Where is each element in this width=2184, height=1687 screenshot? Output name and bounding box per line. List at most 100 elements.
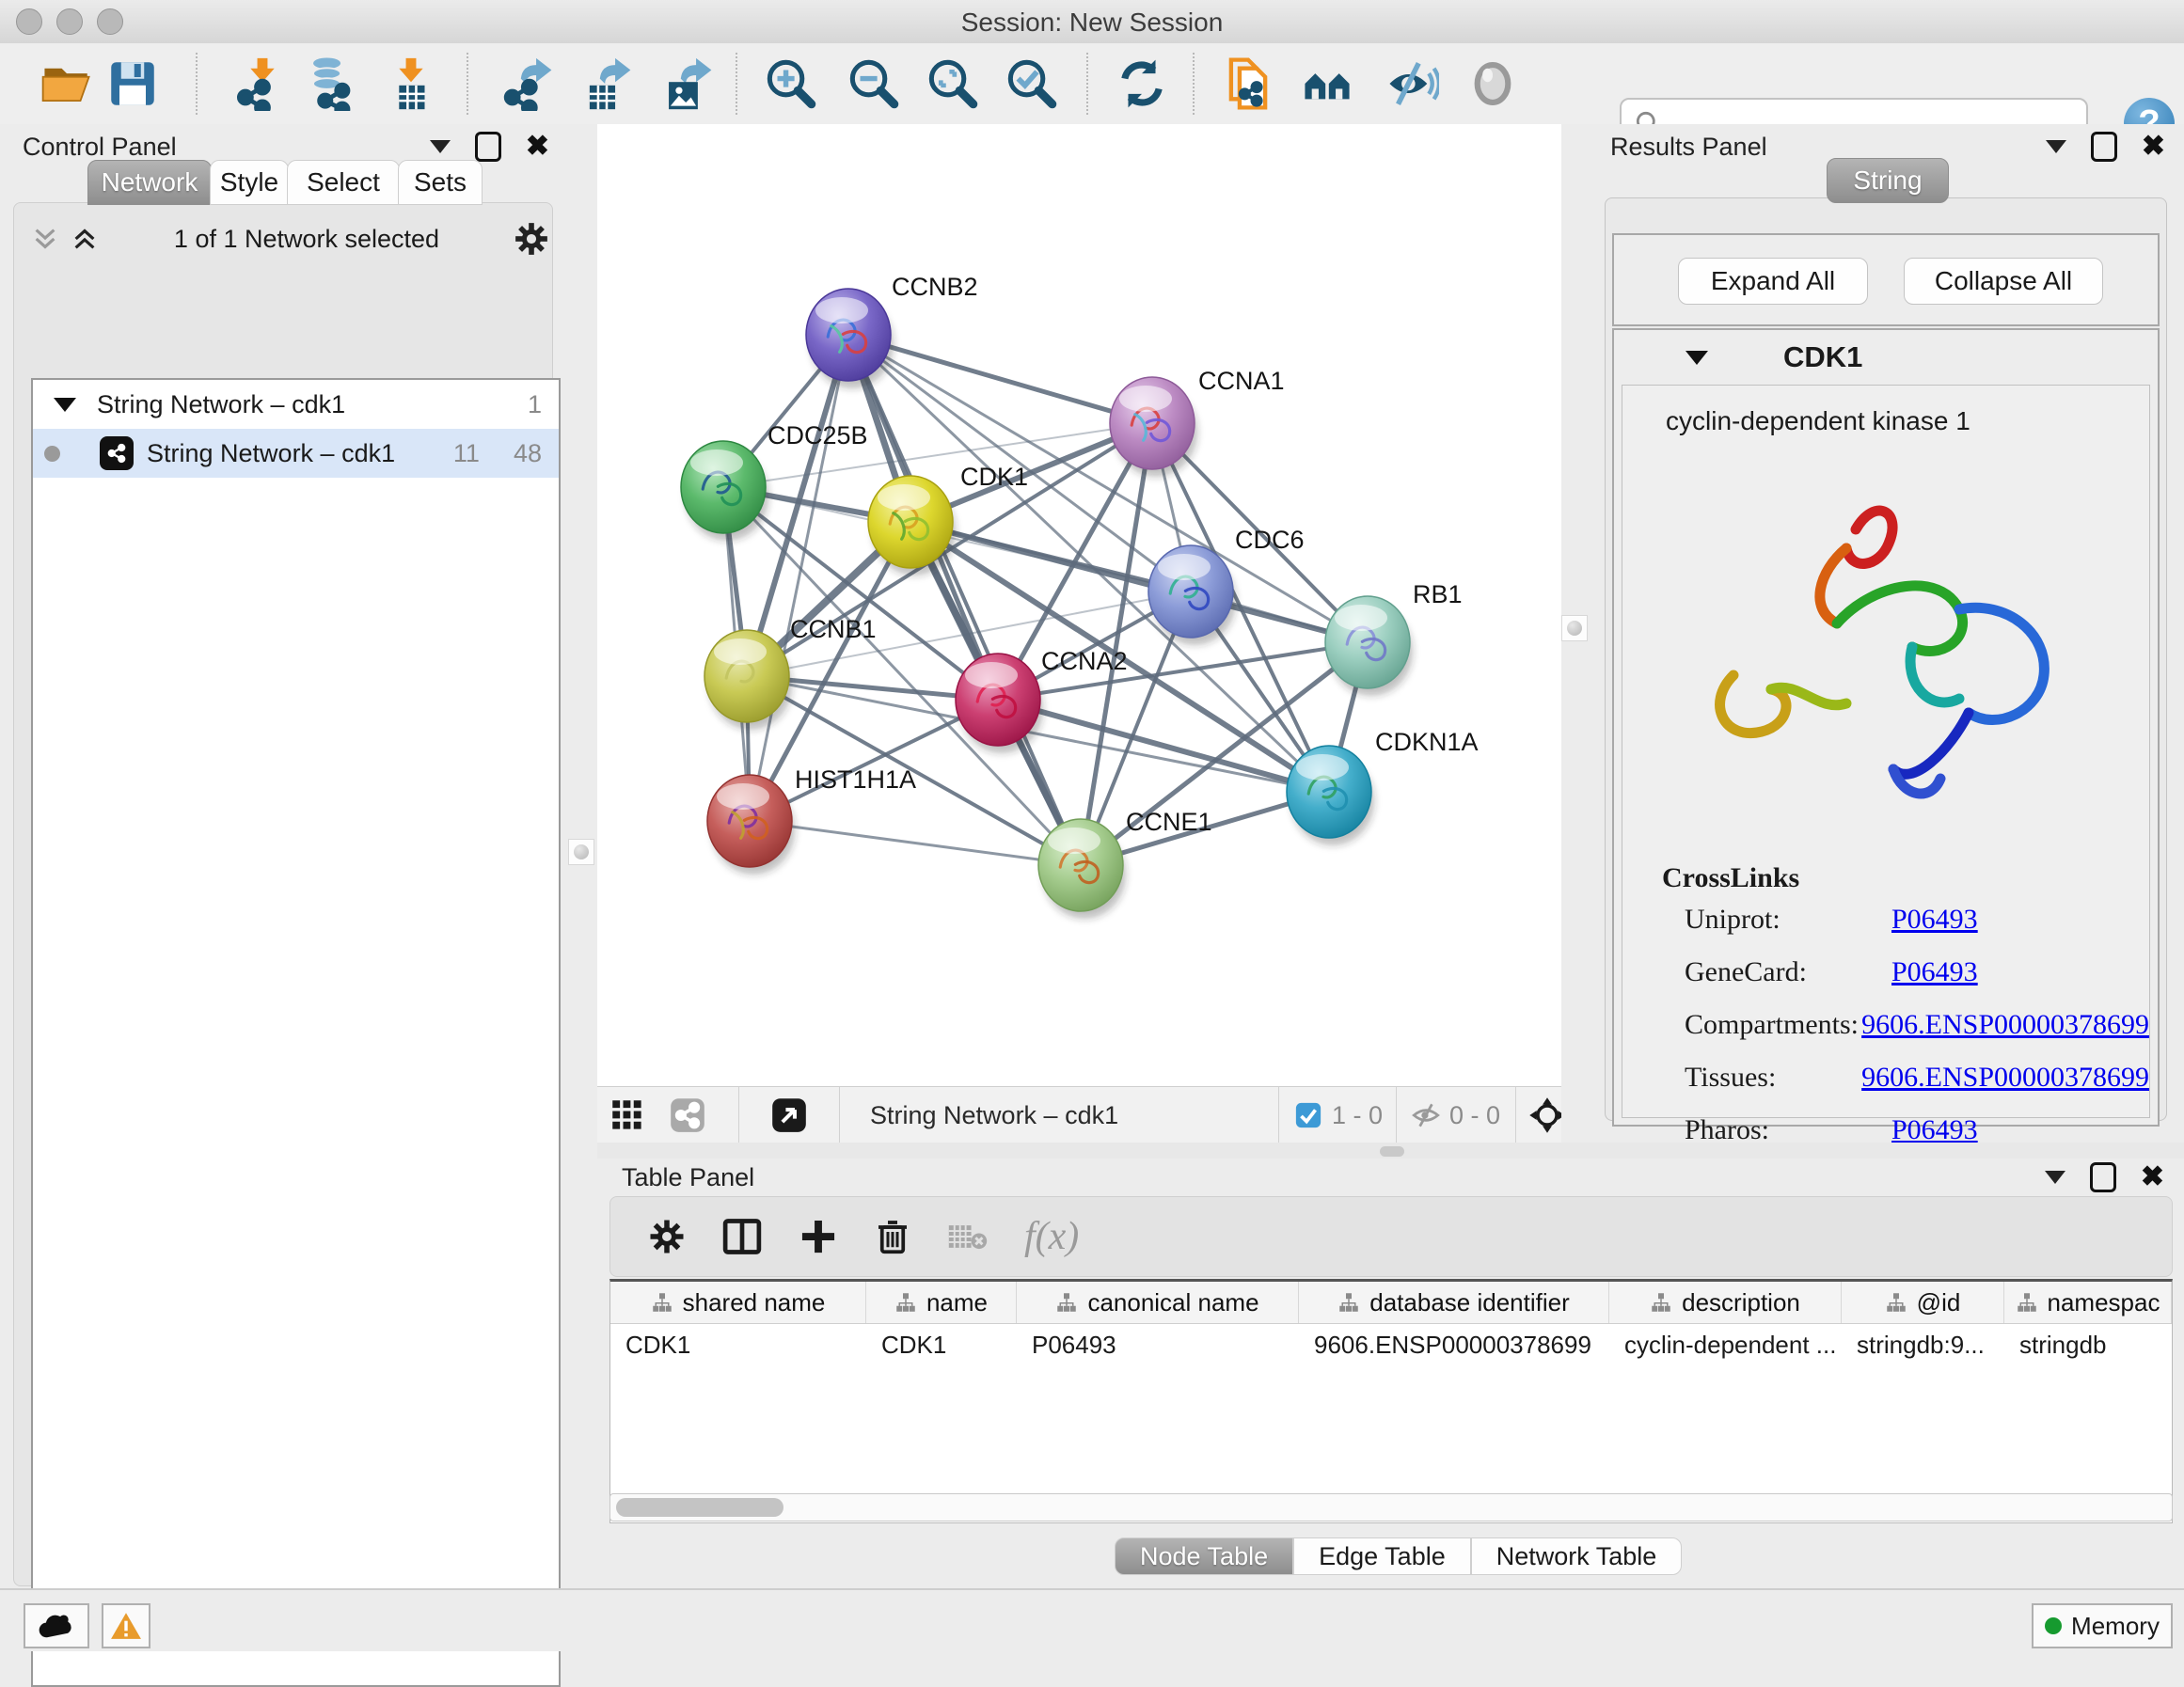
table-cell[interactable]: stringdb [2004,1324,2172,1365]
zoom-out-button[interactable] [845,55,903,113]
import-network-file-button[interactable] [233,55,292,113]
collapse-all-button[interactable]: Collapse All [1904,258,2103,305]
tab-network[interactable]: Network [87,160,212,205]
panel-float-icon[interactable] [2046,140,2066,153]
network-node-cdc6[interactable] [1148,545,1236,645]
column-header-description[interactable]: description [1609,1282,1842,1323]
network-node-ccne1[interactable] [1038,819,1126,919]
hidden-toggle[interactable] [1397,1087,1449,1143]
export-table-button[interactable] [578,55,636,113]
network-node-ccnb2[interactable] [806,289,894,388]
network-node-ccna1[interactable] [1110,377,1197,477]
right-panel-divider[interactable] [1561,124,1592,1143]
splitter-grip[interactable] [1380,1146,1404,1157]
memory-button[interactable]: Memory [2032,1603,2173,1648]
network-graph[interactable]: CCNB2CCNA1CDC25BCDK1CDC6RB1CCNB1CCNA2CDK… [597,124,1578,1086]
network-node-ccnb1[interactable] [704,630,792,730]
horizontal-splitter[interactable] [597,1143,2184,1159]
delete-table-icon[interactable] [947,1219,989,1254]
refresh-button[interactable] [1113,55,1171,113]
table-settings-gear-icon[interactable] [648,1218,686,1255]
tab-style[interactable]: Style [210,160,289,205]
crosslink-link[interactable]: 9606.ENSP00000378699 [1861,1009,2149,1041]
table-cell[interactable]: CDK1 [610,1324,866,1365]
open-session-button[interactable] [38,55,96,113]
crosslink-link[interactable]: P06493 [1891,956,1978,988]
zoom-fit-button[interactable] [924,55,982,113]
table-horizontal-scrollbar[interactable] [609,1493,2173,1521]
expand-all-icon[interactable] [71,225,99,253]
network-node-rb1[interactable] [1325,596,1413,696]
section-expander-icon[interactable] [1685,351,1708,365]
collapse-all-icon[interactable] [31,225,59,253]
import-network-database-button[interactable] [303,55,361,113]
panel-maximize-icon[interactable] [2090,1162,2116,1192]
table-cell[interactable]: CDK1 [866,1324,1017,1365]
import-table-button[interactable] [382,55,440,113]
save-session-button[interactable] [103,55,162,113]
zoom-in-button[interactable] [762,55,820,113]
network-row[interactable]: String Network – cdk1 11 48 [33,429,559,478]
collection-expander-icon[interactable] [54,398,76,412]
add-column-icon[interactable] [799,1217,838,1256]
crosslink-link[interactable]: P06493 [1891,1114,1978,1146]
export-network-button[interactable] [499,55,557,113]
birds-eye-view-button[interactable] [597,1087,657,1143]
expand-all-button[interactable]: Expand All [1678,258,1868,305]
table-cell[interactable]: cyclin-dependent ... [1609,1324,1842,1365]
network-edge[interactable] [750,335,848,821]
export-image-button[interactable] [658,55,717,113]
network-node-hist1h1a[interactable] [707,775,795,875]
network-node-cdk1[interactable] [868,476,956,575]
table-cell[interactable]: P06493 [1017,1324,1299,1365]
table-cell[interactable]: stringdb:9... [1842,1324,2004,1365]
network-from-file-button[interactable] [1219,55,1277,113]
column-header-database-identifier[interactable]: database identifier [1299,1282,1609,1323]
tab-node-table[interactable]: Node Table [1115,1537,1293,1575]
column-header-canonical-name[interactable]: canonical name [1017,1282,1299,1323]
function-builder-button[interactable]: f(x) [1024,1214,1079,1259]
homes-button[interactable] [1298,55,1356,113]
tab-edge-table[interactable]: Edge Table [1293,1537,1471,1575]
zoom-selected-button[interactable] [1003,55,1061,113]
network-collection-row[interactable]: String Network – cdk1 1 [33,380,559,429]
gear-icon[interactable] [514,222,548,256]
network-canvas[interactable]: CCNB2CCNA1CDC25BCDK1CDC6RB1CCNB1CCNA2CDK… [597,124,1578,1143]
panel-maximize-icon[interactable] [2091,132,2117,162]
scrollbar-thumb[interactable] [616,1498,783,1517]
panel-float-icon[interactable] [430,140,451,153]
divider-grip[interactable] [1561,615,1588,641]
warning-button[interactable] [102,1603,150,1648]
network-type-button[interactable] [657,1087,718,1143]
network-node-cdc25b[interactable] [681,441,768,541]
show-columns-icon[interactable] [721,1216,763,1257]
crosslink-link[interactable]: P06493 [1891,904,1978,936]
panel-close-icon[interactable]: ✖ [2142,133,2165,161]
table-row[interactable]: CDK1CDK1P064939606.ENSP00000378699cyclin… [610,1324,2172,1365]
cloud-button[interactable] [24,1603,89,1648]
panel-close-icon[interactable]: ✖ [526,133,549,161]
column-header--id[interactable]: @id [1842,1282,2004,1323]
delete-column-icon[interactable] [874,1218,911,1255]
tab-select[interactable]: Select [287,160,400,205]
network-edge[interactable] [750,821,1081,865]
column-header-namespac[interactable]: namespac [2004,1282,2172,1323]
table-cell[interactable]: 9606.ENSP00000378699 [1299,1324,1609,1365]
panel-maximize-icon[interactable] [475,132,501,162]
panel-float-icon[interactable] [2045,1171,2065,1184]
tab-sets[interactable]: Sets [398,160,483,205]
column-header-name[interactable]: name [866,1282,1017,1323]
show-button[interactable] [1464,55,1522,113]
left-panel-divider[interactable] [564,124,599,1588]
tab-string[interactable]: String [1827,158,1949,203]
open-in-window-button[interactable] [739,1087,839,1143]
network-node-cdkn1a[interactable] [1287,746,1374,845]
crosslink-link[interactable]: 9606.ENSP00000378699 [1861,1062,2149,1094]
divider-grip[interactable] [568,839,594,865]
selected-checkbox[interactable] [1279,1087,1332,1143]
network-node-ccna2[interactable] [956,654,1043,753]
protein-header[interactable]: CDK1 [1614,330,2158,385]
tab-network-table[interactable]: Network Table [1471,1537,1683,1575]
hide-button[interactable] [1383,55,1441,113]
column-header-shared-name[interactable]: shared name [610,1282,866,1323]
